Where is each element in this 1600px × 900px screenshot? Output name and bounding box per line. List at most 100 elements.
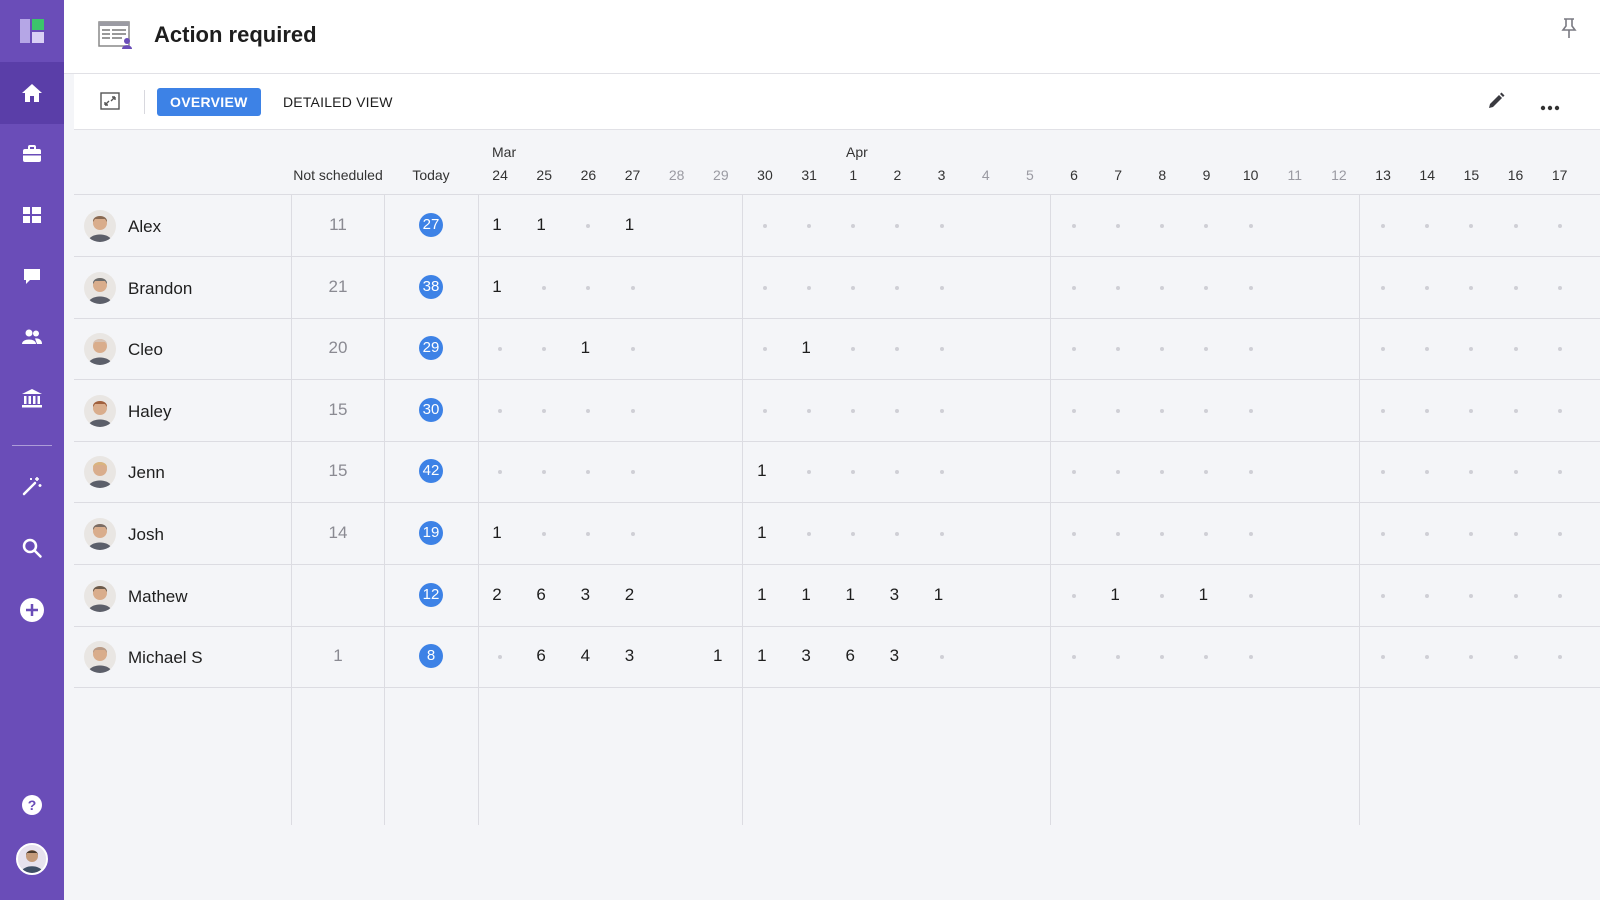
not-scheduled-count[interactable]: 20 [291,338,385,358]
day-count-cell[interactable]: 1 [917,585,961,605]
employee-name[interactable]: Jenn [128,463,165,483]
day-count-cell[interactable]: 1 [475,523,519,543]
employee-name[interactable]: Cleo [128,340,163,360]
empty-day-dot [851,470,856,475]
day-header: 13 [1375,167,1391,183]
bank-icon [22,389,42,408]
day-header: 11 [1287,167,1303,183]
day-count-cell[interactable]: 1 [475,277,519,297]
day-count-cell[interactable]: 1 [740,461,784,481]
sidebar-item-jobs[interactable] [0,123,64,185]
employee-name[interactable]: Haley [128,402,171,422]
column-header-not-scheduled: Not scheduled [293,167,383,183]
day-count-cell[interactable]: 3 [784,646,828,666]
table-row[interactable]: Michael S1864311363 [74,626,1600,689]
empty-day-dot [586,470,591,475]
today-count-badge[interactable]: 27 [419,213,443,237]
day-count-cell[interactable]: 1 [828,585,872,605]
sidebar-item-help[interactable]: ? [0,774,64,836]
day-count-cell[interactable]: 1 [784,585,828,605]
day-count-cell[interactable]: 1 [740,585,784,605]
not-scheduled-count[interactable]: 14 [291,523,385,543]
not-scheduled-count[interactable]: 15 [291,400,385,420]
today-count-badge[interactable]: 29 [419,336,443,361]
day-count-cell[interactable]: 1 [696,646,740,666]
day-count-cell[interactable]: 4 [563,646,607,666]
empty-day-dot [1160,655,1165,660]
day-count-cell[interactable]: 3 [607,646,651,666]
day-count-cell[interactable]: 2 [607,585,651,605]
day-count-cell[interactable]: 1 [475,215,519,235]
today-count-badge[interactable]: 38 [419,274,443,299]
app-logo-icon[interactable] [0,0,64,62]
empty-day-dot [1469,285,1474,290]
not-scheduled-count[interactable]: 1 [291,646,385,666]
day-count-cell[interactable]: 3 [872,585,916,605]
tab-detailed-view[interactable]: DETAILED VIEW [279,88,397,116]
empty-day-dot [1248,655,1253,660]
empty-day-dot [1425,593,1430,598]
table-row[interactable]: Jenn 15 42 1 [74,441,1600,504]
empty-day-dot [1248,532,1253,536]
day-count-cell[interactable]: 1 [740,523,784,543]
expand-icon[interactable] [100,92,120,115]
empty-day-dot [1116,655,1121,660]
table-row[interactable]: Brandon 21 38 1 [74,257,1600,319]
not-scheduled-count[interactable]: 15 [291,461,385,481]
sidebar-item-dashboard[interactable] [0,184,64,246]
not-scheduled-count[interactable]: 11 [291,215,385,235]
today-count-badge[interactable]: 42 [419,459,443,484]
day-count-cell[interactable]: 1 [1093,585,1137,605]
today-count-badge[interactable]: 19 [419,521,443,545]
day-count-cell[interactable]: 6 [519,585,563,605]
day-count-cell[interactable]: 1 [1181,585,1225,605]
empty-day-dot [939,470,944,475]
sidebar-item-people[interactable] [0,306,64,368]
tab-overview[interactable]: OVERVIEW [157,88,261,116]
sidebar-item-automation[interactable] [0,455,64,517]
employee-name[interactable]: Brandon [128,279,192,299]
empty-day-dot [542,408,547,413]
table-row[interactable]: Cleo 20 29 1 1 [74,318,1600,381]
not-scheduled-count[interactable]: 21 [291,277,385,297]
more-options-icon[interactable] [1540,98,1560,116]
day-count-cell[interactable]: 3 [872,646,916,666]
employee-name[interactable]: Michael S [128,648,203,668]
day-count-cell[interactable]: 6 [828,646,872,666]
pin-icon[interactable] [1558,17,1580,44]
sidebar-item-home[interactable] [0,62,64,124]
empty-day-dot [1116,285,1121,290]
day-count-cell[interactable]: 3 [563,585,607,605]
table-row[interactable]: Mathew 12 2 6 3 2 1 1 1 3 1 1 1 [74,565,1600,627]
empty-day-dot [1160,347,1165,352]
day-count-cell[interactable]: 1 [784,338,828,358]
table-row[interactable]: Josh 14 19 1 1 [74,503,1600,565]
sidebar-item-search[interactable] [0,517,64,579]
user-avatar[interactable] [16,843,48,875]
today-count-badge[interactable]: 30 [419,397,443,422]
sidebar-item-company[interactable] [0,367,64,429]
edit-icon[interactable] [1486,91,1506,116]
employee-name[interactable]: Mathew [128,587,188,607]
empty-day-dot [1381,593,1386,598]
employee-name[interactable]: Alex [128,217,161,237]
table-row[interactable]: Alex 11 27 1 1 1 [74,195,1600,257]
today-count-badge[interactable]: 12 [419,582,443,607]
sidebar-item-add[interactable] [0,579,64,641]
employee-name[interactable]: Josh [128,525,164,545]
table-row[interactable]: Haley 15 30 [74,380,1600,442]
day-count-cell[interactable]: 1 [519,215,563,235]
day-count-cell[interactable]: 2 [475,585,519,605]
empty-day-dot [498,347,503,352]
today-count-badge[interactable]: 8 [419,644,443,669]
empty-day-dot [1381,224,1386,228]
day-header: 2 [893,167,902,183]
day-count-cell[interactable]: 1 [563,338,607,358]
avatar [84,394,116,427]
sidebar-item-messages[interactable] [0,245,64,307]
day-count-cell[interactable]: 6 [519,646,563,666]
day-count-cell[interactable]: 1 [740,646,784,666]
empty-day-dot [1425,224,1430,228]
svg-text:?: ? [28,797,37,813]
day-count-cell[interactable]: 1 [607,215,651,235]
